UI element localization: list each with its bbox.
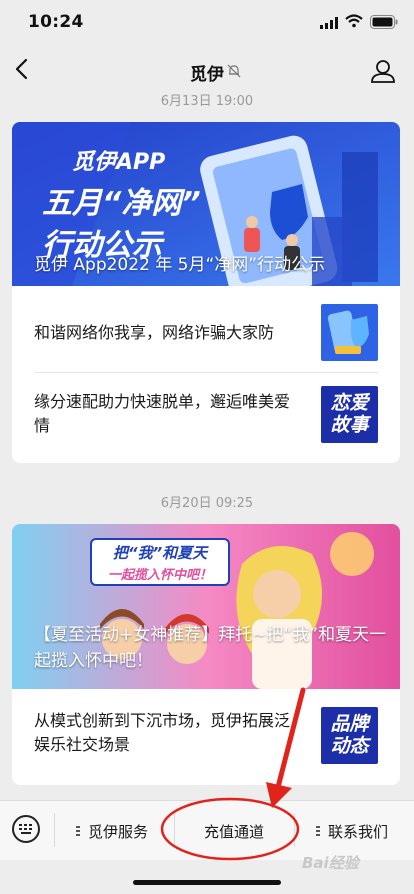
article-thumbnail: 恋爱故事 [321,386,378,443]
banner-line1: 五月“净网” [42,186,201,221]
thumbnail-text: 品牌动态 [330,713,369,757]
menu-separator [54,813,55,847]
banner-badge-line1: 把“我”和夏天 [112,544,208,562]
thumbnail-text: 恋爱故事 [330,392,369,436]
article-thumbnail: 品牌动态 [321,707,378,764]
bottom-menu-bar: 觅伊服务 充值通道 联系我们 [0,800,414,860]
article-card: 把“我”和夏天 一起揽入怀中吧！ 【夏至活动+女神推荐】拜托~把“我”和夏天一起… [12,524,400,785]
banner-badge: 把“我”和夏天 一起揽入怀中吧！ [90,538,230,586]
signal-icon [320,17,338,29]
message-date: 6月13日 19:00 [160,94,254,109]
article-list-item[interactable]: 和谐网络你我享，网络诈骗大家防 [12,286,400,372]
menu-label: 充值通道 [204,823,265,841]
nav-bar: 觅伊 [0,46,414,96]
article-card: 觅伊APP 五月“净网” 行动公示 觅伊 App2022 年 5月“净网”行动公… [12,122,400,463]
menu-separator [174,813,175,847]
article-title: 觅伊 App2022 年 5月“净网”行动公示 [34,255,326,275]
menu-recharge-button[interactable]: 充值通道 [204,821,264,842]
home-indicator[interactable] [133,880,281,885]
profile-button[interactable] [370,58,396,88]
banner-badge-line2: 一起揽入怀中吧！ [107,568,212,583]
status-bar: 10:24 [0,0,414,46]
menu-contact-button[interactable]: 联系我们 [316,821,388,842]
mute-bell-icon [227,64,241,78]
article-hero[interactable]: 觅伊APP 五月“净网” 行动公示 觅伊 App2022 年 5月“净网”行动公… [12,122,400,286]
menu-separator [294,813,295,847]
article-item-title: 和谐网络你我享，网络诈骗大家防 [34,323,275,342]
status-time: 10:24 [28,12,84,32]
article-title: 【夏至活动+女神推荐】拜托~把“我”和夏天一起揽入怀中吧！ [34,625,387,671]
wifi-icon [345,14,363,28]
banner-app-text: 觅伊APP [72,150,166,175]
article-list-item[interactable]: 从模式创新到下沉市场，觅伊拓展泛娱乐社交场景 品牌动态 [12,689,400,785]
message-date: 6月20日 09:25 [160,496,254,511]
battery-icon [370,15,398,29]
shield-phone-image [321,304,378,361]
submenu-icon [76,826,80,836]
submenu-icon [316,826,320,836]
page-title: 觅伊 [190,65,224,85]
menu-label: 联系我们 [328,823,389,841]
menu-label: 觅伊服务 [88,823,149,841]
menu-service-button[interactable]: 觅伊服务 [76,821,148,842]
article-list-item[interactable]: 缘分速配助力快速脱单，邂逅唯美爱情 恋爱故事 [12,372,400,463]
watermark: Bai经验 [302,854,359,872]
keyboard-toggle-button[interactable] [12,815,40,843]
article-item-title: 从模式创新到下沉市场，觅伊拓展泛娱乐社交场景 [34,711,291,754]
article-item-title: 缘分速配助力快速脱单，邂逅唯美爱情 [34,392,291,435]
article-hero[interactable]: 把“我”和夏天 一起揽入怀中吧！ 【夏至活动+女神推荐】拜托~把“我”和夏天一起… [12,524,400,689]
article-thumbnail [321,304,378,361]
user-icon [371,60,395,83]
keyboard-icon [19,824,32,834]
